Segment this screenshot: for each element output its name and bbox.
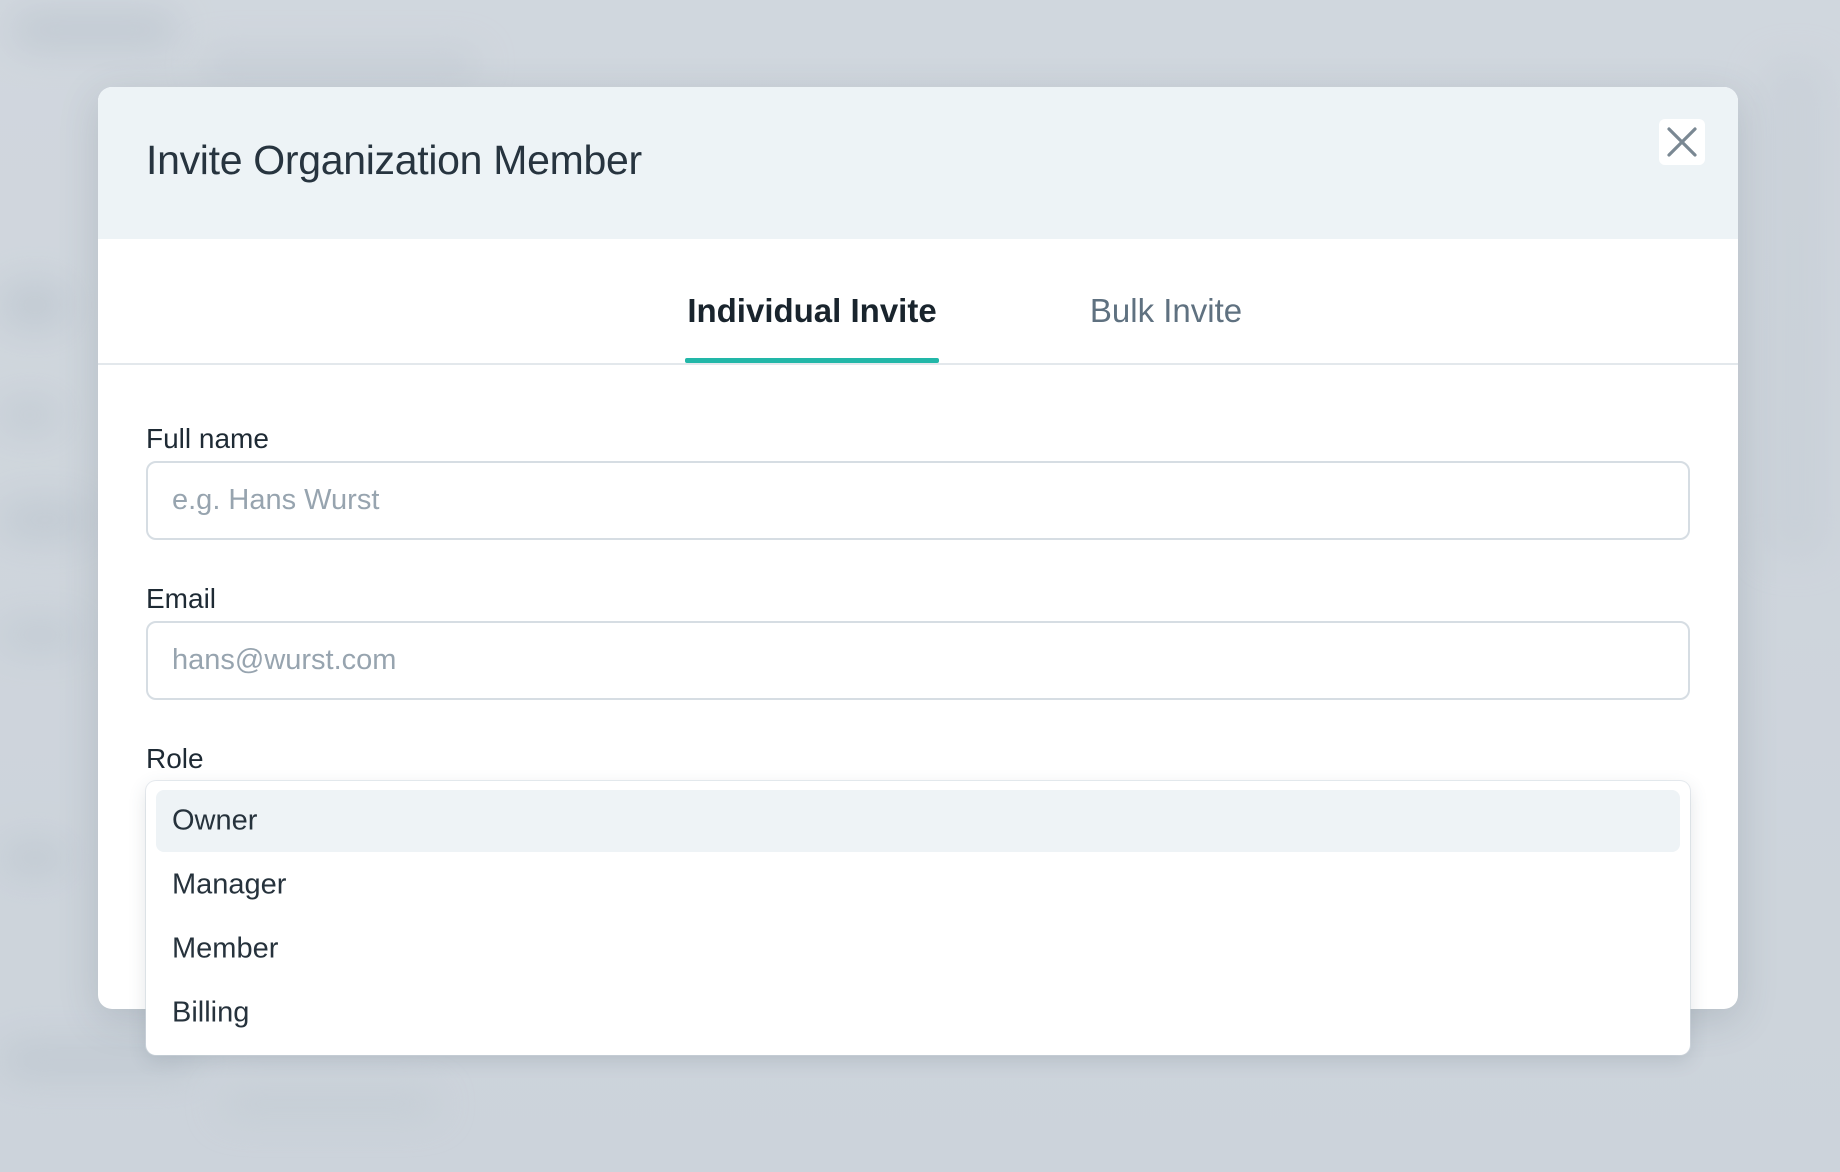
role-dropdown-menu: Owner Manager Member Billing <box>146 781 1690 1055</box>
tab-label: Individual Invite <box>687 292 937 329</box>
close-icon <box>1667 127 1697 157</box>
full-name-input[interactable] <box>146 461 1690 540</box>
tab-individual-invite[interactable]: Individual Invite <box>685 239 939 450</box>
tab-bulk-invite[interactable]: Bulk Invite <box>1086 239 1246 450</box>
invite-tabs: Individual Invite Bulk Invite <box>98 239 1738 450</box>
role-label: Role <box>146 743 204 774</box>
full-name-label: Full name <box>146 423 269 454</box>
tab-label: Bulk Invite <box>1089 292 1243 329</box>
email-input[interactable] <box>146 621 1690 700</box>
option-label: Manager <box>172 868 287 901</box>
option-label: Member <box>172 932 279 965</box>
dialog-header: Invite Organization Member <box>98 87 1738 239</box>
role-option-billing[interactable]: Billing <box>156 982 1680 1044</box>
close-button[interactable] <box>1659 119 1705 165</box>
option-label: Owner <box>172 804 258 837</box>
email-label: Email <box>146 583 217 614</box>
role-option-owner[interactable]: Owner <box>156 790 1680 852</box>
dialog-title: Invite Organization Member <box>146 137 642 183</box>
role-option-manager[interactable]: Manager <box>156 854 1680 916</box>
option-label: Billing <box>172 996 250 1029</box>
tabs-divider <box>98 363 1738 365</box>
role-option-member[interactable]: Member <box>156 918 1680 980</box>
